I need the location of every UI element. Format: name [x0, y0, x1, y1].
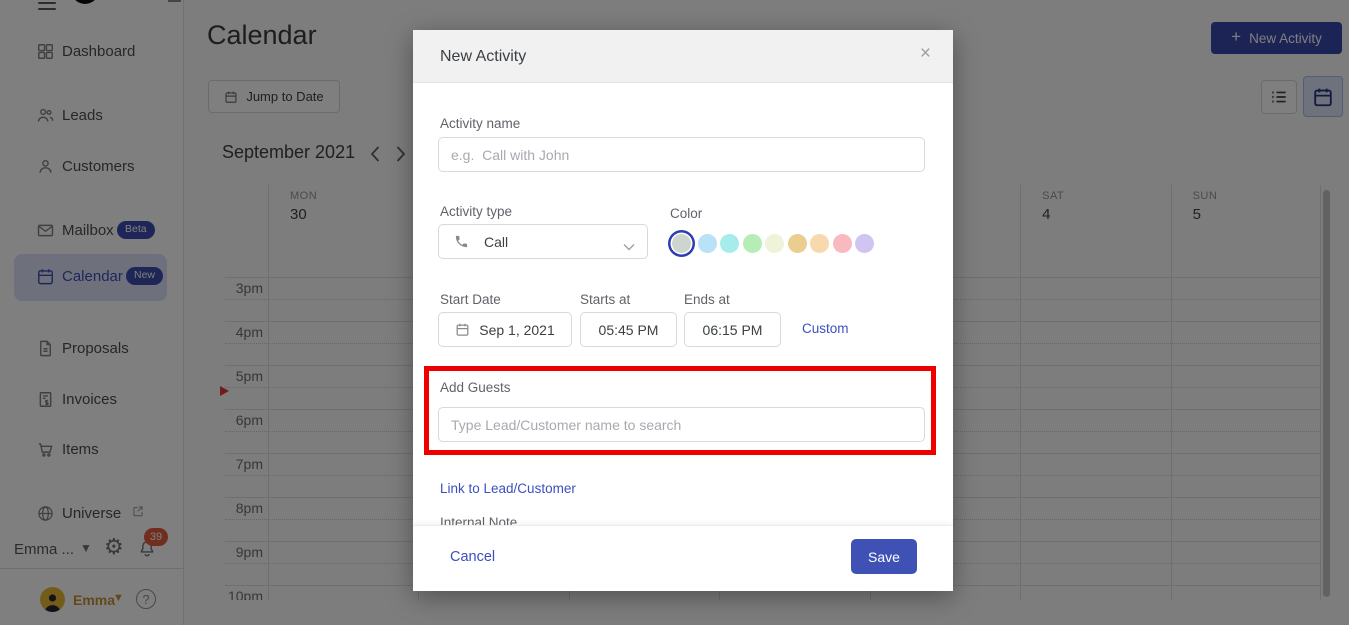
modal-header: New Activity × — [413, 30, 953, 83]
app-window: DashboardLeadsCustomersMailboxBetaCalend… — [0, 0, 1349, 625]
start-date-label: Start Date — [440, 292, 501, 307]
color-swatch-7[interactable] — [810, 234, 829, 253]
color-swatch-8[interactable] — [833, 234, 852, 253]
color-swatch-3[interactable] — [720, 234, 739, 253]
color-swatch-2[interactable] — [698, 234, 717, 253]
color-swatch-4[interactable] — [743, 234, 762, 253]
chevron-down-icon — [623, 238, 635, 246]
custom-time-link[interactable]: Custom — [802, 321, 849, 336]
color-swatch-1[interactable] — [672, 234, 691, 253]
activity-name-input[interactable] — [438, 137, 925, 172]
activity-type-value: Call — [484, 234, 508, 250]
add-guests-input[interactable] — [438, 407, 925, 442]
start-date-field[interactable]: Sep 1, 2021 — [438, 312, 572, 347]
starts-at-value: 05:45 PM — [599, 322, 659, 338]
link-to-lead-customer-link[interactable]: Link to Lead/Customer — [440, 481, 576, 496]
color-swatch-6[interactable] — [788, 234, 807, 253]
phone-icon — [454, 234, 469, 249]
activity-type-select[interactable]: Call — [438, 224, 648, 259]
ends-at-field[interactable]: 06:15 PM — [684, 312, 781, 347]
color-swatch-5[interactable] — [765, 234, 784, 253]
add-guests-label: Add Guests — [440, 380, 511, 395]
new-activity-modal: New Activity × Activity name Activity ty… — [413, 30, 953, 591]
modal-footer: Cancel Save — [413, 525, 953, 591]
starts-at-field[interactable]: 05:45 PM — [580, 312, 677, 347]
color-swatch-9[interactable] — [855, 234, 874, 253]
ends-at-value: 06:15 PM — [703, 322, 763, 338]
calendar-icon — [455, 322, 470, 337]
activity-name-label: Activity name — [440, 116, 520, 131]
color-swatch-row — [669, 234, 874, 253]
start-date-value: Sep 1, 2021 — [479, 322, 555, 338]
close-icon[interactable]: × — [920, 43, 931, 65]
save-button[interactable]: Save — [851, 539, 917, 574]
ends-at-label: Ends at — [684, 292, 730, 307]
modal-title: New Activity — [440, 30, 526, 83]
starts-at-label: Starts at — [580, 292, 630, 307]
activity-type-label: Activity type — [440, 204, 512, 219]
cancel-button[interactable]: Cancel — [450, 549, 495, 565]
color-label: Color — [670, 206, 702, 221]
